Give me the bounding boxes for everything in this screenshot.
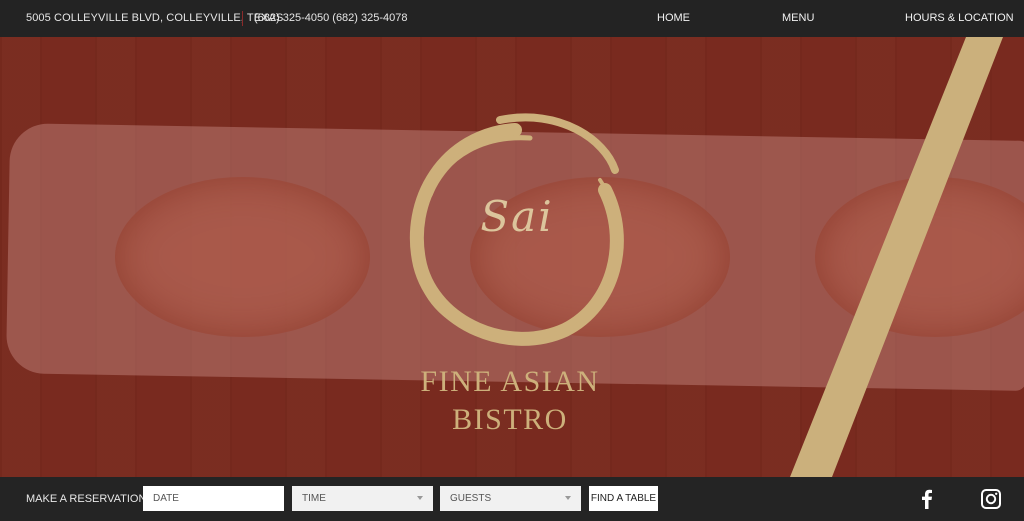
nav-hours-location[interactable]: HOURS & LOCATION: [905, 12, 1014, 24]
tagline: FINE ASIAN BISTRO: [380, 363, 640, 439]
chevron-down-icon: [417, 496, 423, 500]
divider: [242, 11, 243, 26]
address-text: 5005 COLLEYVILLE BLVD, COLLEYVILLE, TEXA…: [26, 12, 284, 24]
tagline-line-2: BISTRO: [452, 403, 568, 436]
nav-menu[interactable]: MENU: [782, 12, 814, 24]
find-table-button[interactable]: FIND A TABLE: [589, 486, 658, 511]
nav-home[interactable]: HOME: [657, 12, 690, 24]
reservation-label: MAKE A RESERVATION: [26, 493, 147, 505]
guests-select[interactable]: GUESTS: [440, 486, 581, 511]
instagram-icon[interactable]: [980, 488, 1002, 510]
facebook-icon[interactable]: [916, 488, 938, 510]
date-field[interactable]: DATE: [143, 486, 284, 511]
chevron-down-icon: [565, 496, 571, 500]
time-select[interactable]: TIME: [292, 486, 433, 511]
guests-select-label: GUESTS: [450, 493, 492, 504]
brand-logo-text: Sai: [480, 192, 554, 241]
time-select-label: TIME: [302, 493, 326, 504]
phone-text[interactable]: (682) 325-4050 (682) 325-4078: [254, 12, 408, 24]
top-bar: 5005 COLLEYVILLE BLVD, COLLEYVILLE, TEXA…: [0, 0, 1024, 37]
tagline-line-1: FINE ASIAN: [420, 365, 600, 398]
reservation-bar: MAKE A RESERVATION DATE TIME GUESTS FIND…: [0, 477, 1024, 521]
